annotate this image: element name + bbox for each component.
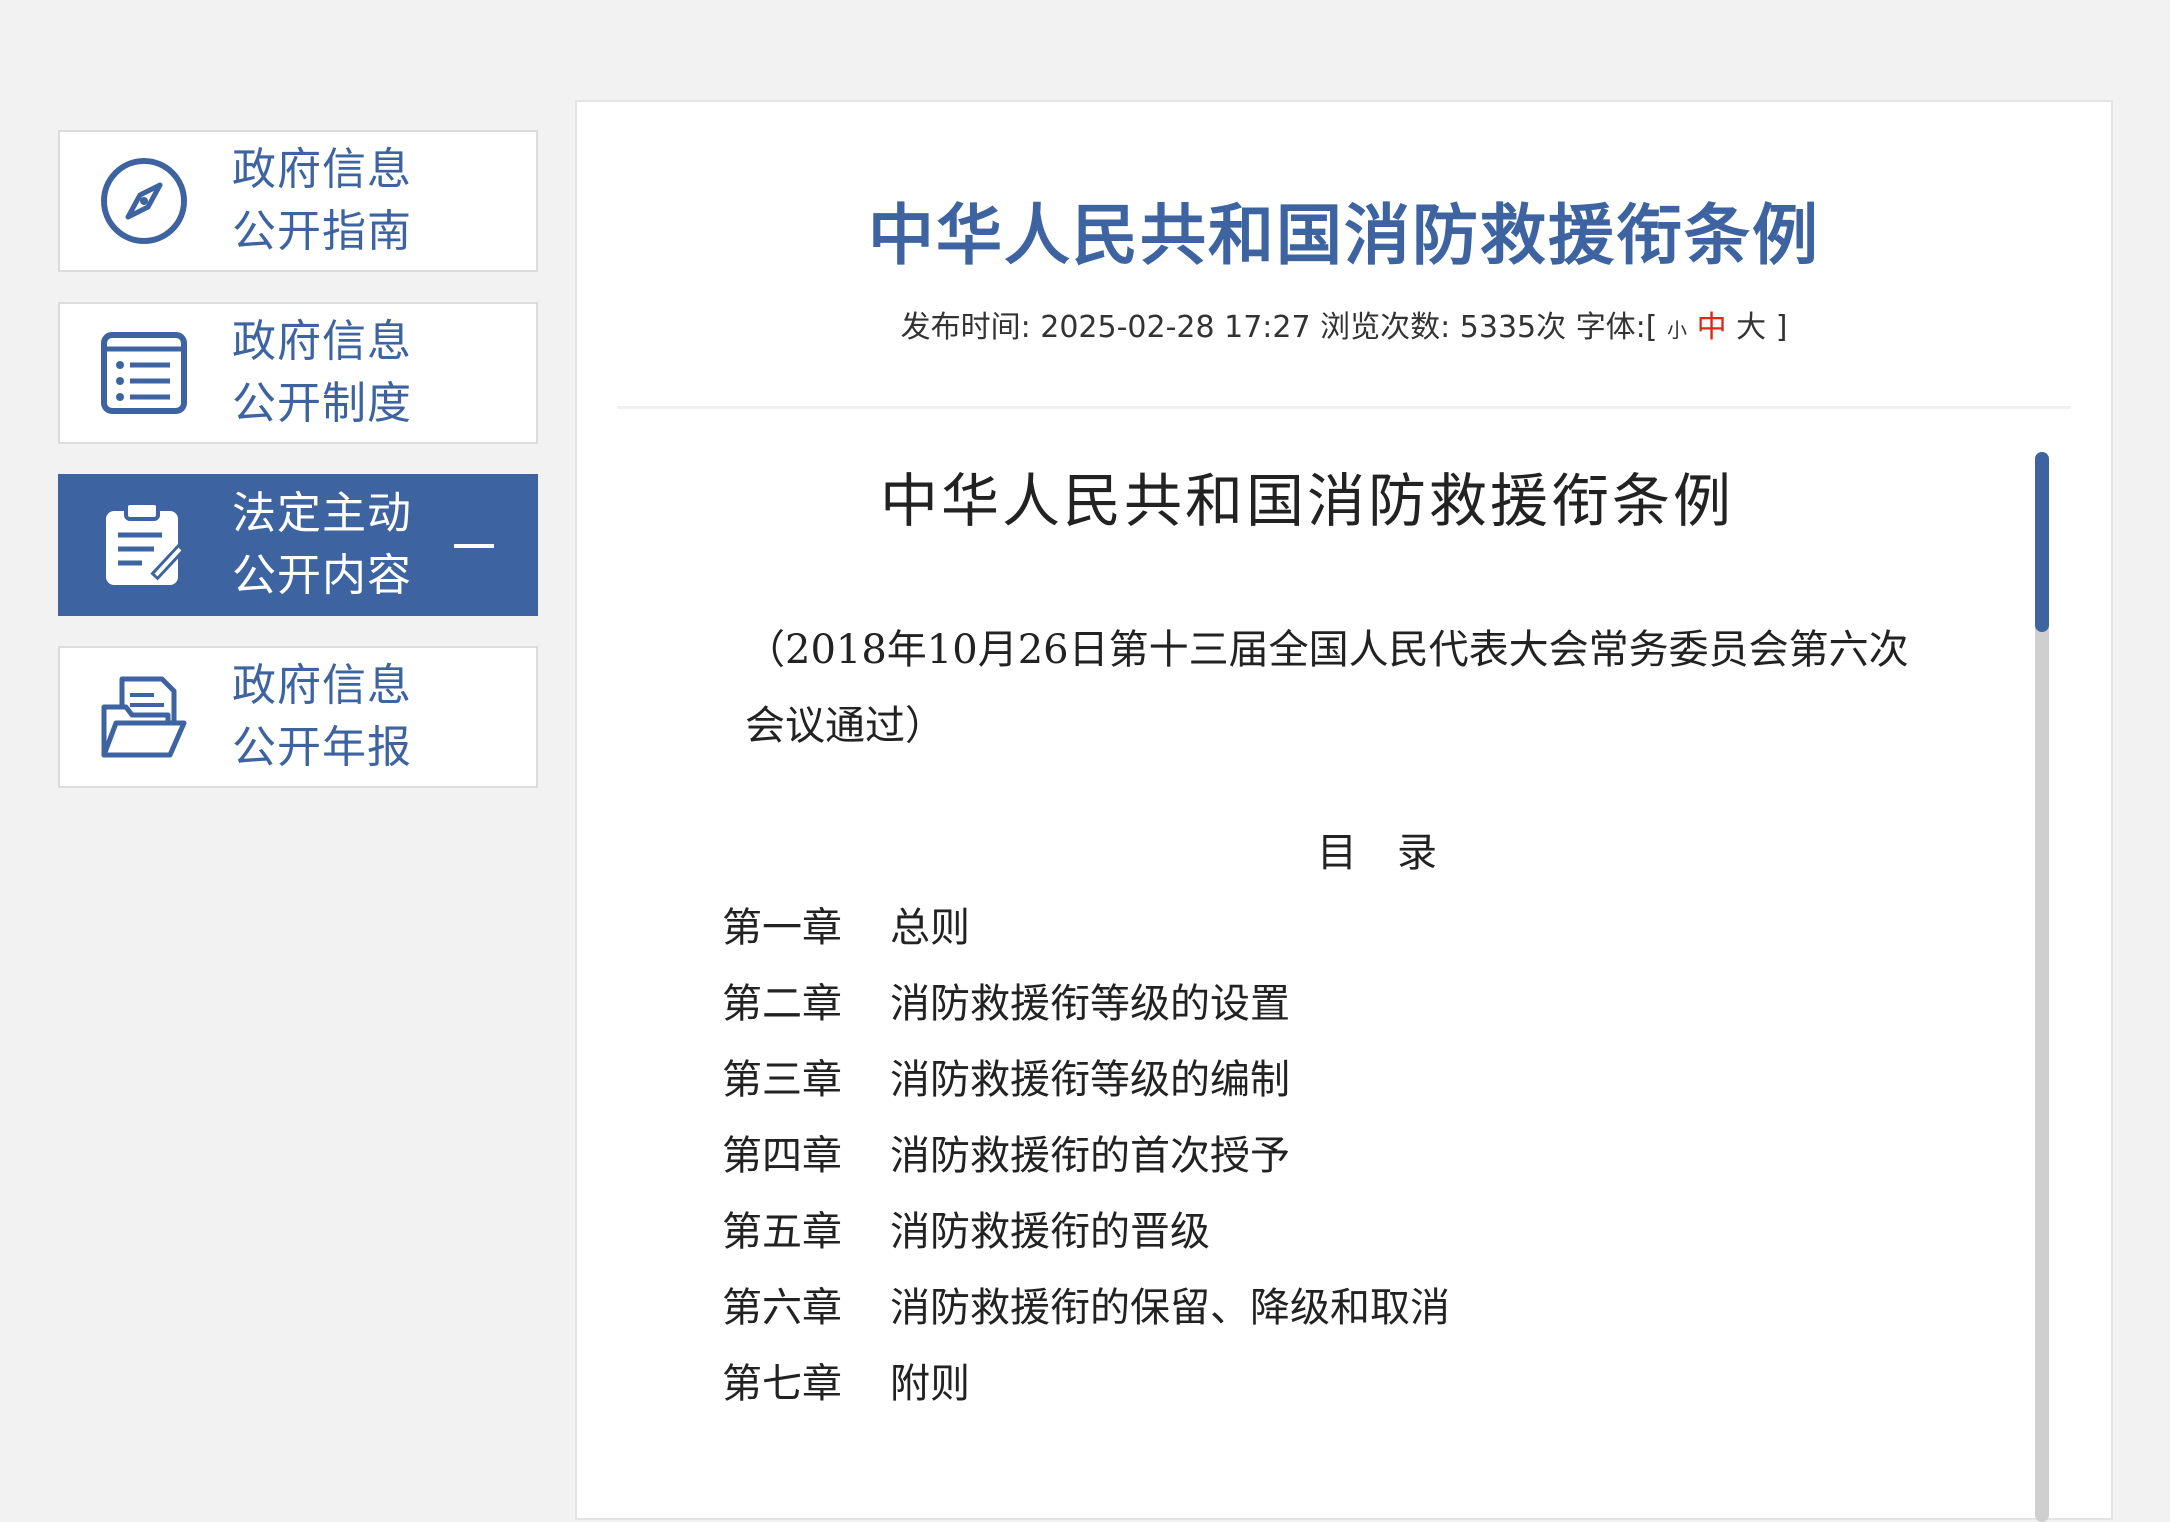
toc-item[interactable]: 第二章 消防救援衔等级的设置	[722, 966, 1450, 1042]
published-label: 发布时间:	[900, 310, 1031, 345]
font-size-close: ]	[1775, 310, 1788, 345]
article-panel: 中华人民共和国消防救援衔条例 发布时间: 2025-02-28 17:27 浏览…	[575, 100, 2113, 1522]
font-size-medium-button[interactable]: 中	[1697, 310, 1727, 345]
font-size-large-button[interactable]: 大	[1736, 310, 1766, 345]
views-label: 浏览次数:	[1320, 310, 1451, 345]
toc-item[interactable]: 第三章 消防救援衔等级的编制	[722, 1042, 1450, 1118]
clipboard-edit-icon	[98, 499, 190, 591]
views-count: 5335次	[1459, 310, 1567, 345]
sidebar-item-system[interactable]: 政府信息 公开制度	[58, 302, 538, 444]
sidebar-nav: 政府信息 公开指南 政府信息 公开制度 法定主动 公开内容 政府信息 公开年报	[58, 130, 538, 818]
scrollbar-track[interactable]	[2035, 452, 2049, 1522]
document-heading: 中华人民共和国消防救援衔条例	[879, 467, 1734, 535]
table-of-contents: 第一章 总则 第二章 消防救援衔等级的设置 第三章 消防救援衔等级的编制 第四章 消防救…	[722, 890, 1450, 1422]
sidebar-item-label: 政府信息 公开制度	[232, 316, 412, 429]
compass-icon	[98, 155, 190, 247]
toc-item[interactable]: 第七章 附则	[722, 1346, 1450, 1422]
folder-document-icon	[98, 671, 190, 763]
font-size-label: 字体:[	[1575, 310, 1658, 345]
scrollbar-thumb[interactable]	[2035, 452, 2049, 632]
toc-item[interactable]: 第一章 总则	[722, 890, 1450, 966]
sidebar-item-guide[interactable]: 政府信息 公开指南	[58, 130, 538, 272]
document-note: （2018年10月26日第十三届全国人民代表大会常务委员会第六次会议通过）	[745, 627, 1909, 749]
sidebar-item-label: 政府信息 公开指南	[232, 144, 412, 257]
divider	[617, 406, 2071, 409]
article-meta: 发布时间: 2025-02-28 17:27 浏览次数: 5335次 字体:[ …	[577, 302, 2111, 346]
collapse-icon[interactable]	[454, 544, 494, 548]
document-body: 中华人民共和国消防救援衔条例 （2018年10月26日第十三届全国人民代表大会常…	[577, 432, 2037, 1522]
sidebar-item-label: 法定主动 公开内容	[232, 488, 412, 601]
toc-item[interactable]: 第四章 消防救援衔的首次授予	[722, 1118, 1450, 1194]
toc-title: 目 录	[1317, 830, 1437, 876]
sidebar-item-content[interactable]: 法定主动 公开内容	[58, 474, 538, 616]
sidebar-item-label: 政府信息 公开年报	[232, 660, 412, 773]
sidebar-item-annual-report[interactable]: 政府信息 公开年报	[58, 646, 538, 788]
page-title: 中华人民共和国消防救援衔条例	[868, 197, 1820, 274]
list-icon	[98, 327, 190, 419]
toc-item[interactable]: 第五章 消防救援衔的晋级	[722, 1194, 1450, 1270]
toc-item[interactable]: 第六章 消防救援衔的保留、降级和取消	[722, 1270, 1450, 1346]
font-size-small-button[interactable]: 小	[1667, 318, 1687, 342]
published-time: 2025-02-28 17:27	[1040, 310, 1311, 345]
